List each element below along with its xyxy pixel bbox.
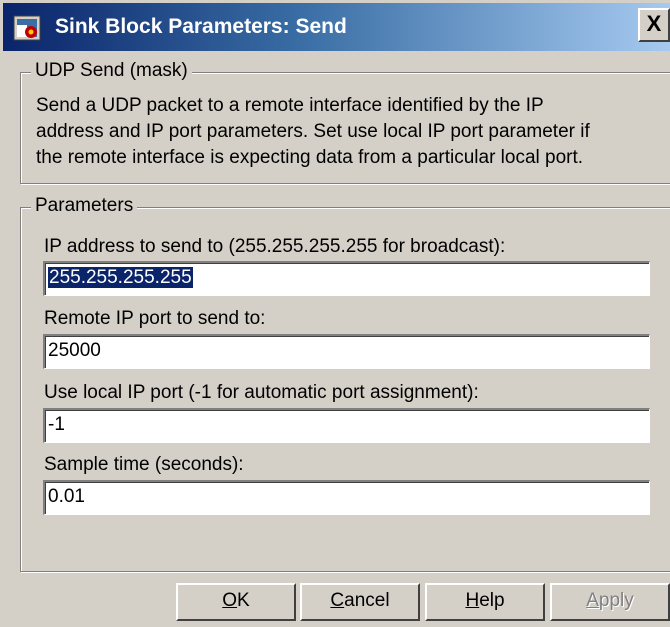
help-label-rest: elp — [479, 590, 505, 611]
sample-time-value: 0.01 — [48, 486, 85, 507]
cancel-button[interactable]: Cancel — [300, 583, 420, 621]
help-button[interactable]: Help — [425, 583, 545, 621]
remote-port-value: 25000 — [48, 340, 101, 361]
apply-label-rest: pply — [598, 590, 634, 611]
sample-time-field[interactable]: 0.01 — [43, 480, 650, 515]
ip-address-field[interactable]: 255.255.255.255 — [43, 261, 650, 296]
description-line: address and IP port parameters. Set use … — [36, 121, 590, 142]
mask-group-legend: UDP Send (mask) — [31, 60, 192, 82]
local-port-field[interactable]: -1 — [43, 408, 650, 443]
apply-mnemonic: A — [586, 590, 599, 611]
description-line: the remote interface is expecting data f… — [36, 147, 584, 168]
parameters-group-legend: Parameters — [31, 195, 138, 217]
local-port-value: -1 — [48, 414, 65, 435]
ok-mnemonic: O — [222, 590, 238, 611]
cancel-mnemonic: C — [330, 590, 345, 611]
sample-time-label: Sample time (seconds): — [44, 454, 244, 475]
remote-port-field[interactable]: 25000 — [43, 334, 650, 369]
simulink-block-icon — [13, 15, 43, 43]
ip-address-value: 255.255.255.255 — [48, 267, 193, 288]
remote-port-label: Remote IP port to send to: — [44, 308, 266, 329]
ip-address-label: IP address to send to (255.255.255.255 f… — [44, 236, 506, 257]
window-title: Sink Block Parameters: Send — [55, 15, 347, 38]
help-mnemonic: H — [465, 590, 480, 611]
ok-button[interactable]: OK — [176, 583, 296, 621]
description-line: Send a UDP packet to a remote interface … — [36, 95, 544, 116]
apply-button[interactable]: Apply — [550, 583, 670, 621]
cancel-label-rest: ancel — [344, 590, 390, 611]
title-bar[interactable]: Sink Block Parameters: Send — [3, 3, 670, 51]
ok-label-rest: K — [237, 590, 250, 611]
local-port-label: Use local IP port (-1 for automatic port… — [44, 382, 479, 403]
close-button[interactable]: X — [638, 8, 670, 42]
close-icon: X — [646, 11, 662, 36]
mask-description: Send a UDP packet to a remote interface … — [36, 93, 656, 171]
sink-block-parameters-dialog: Sink Block Parameters: Send X UDP Send (… — [0, 0, 670, 627]
